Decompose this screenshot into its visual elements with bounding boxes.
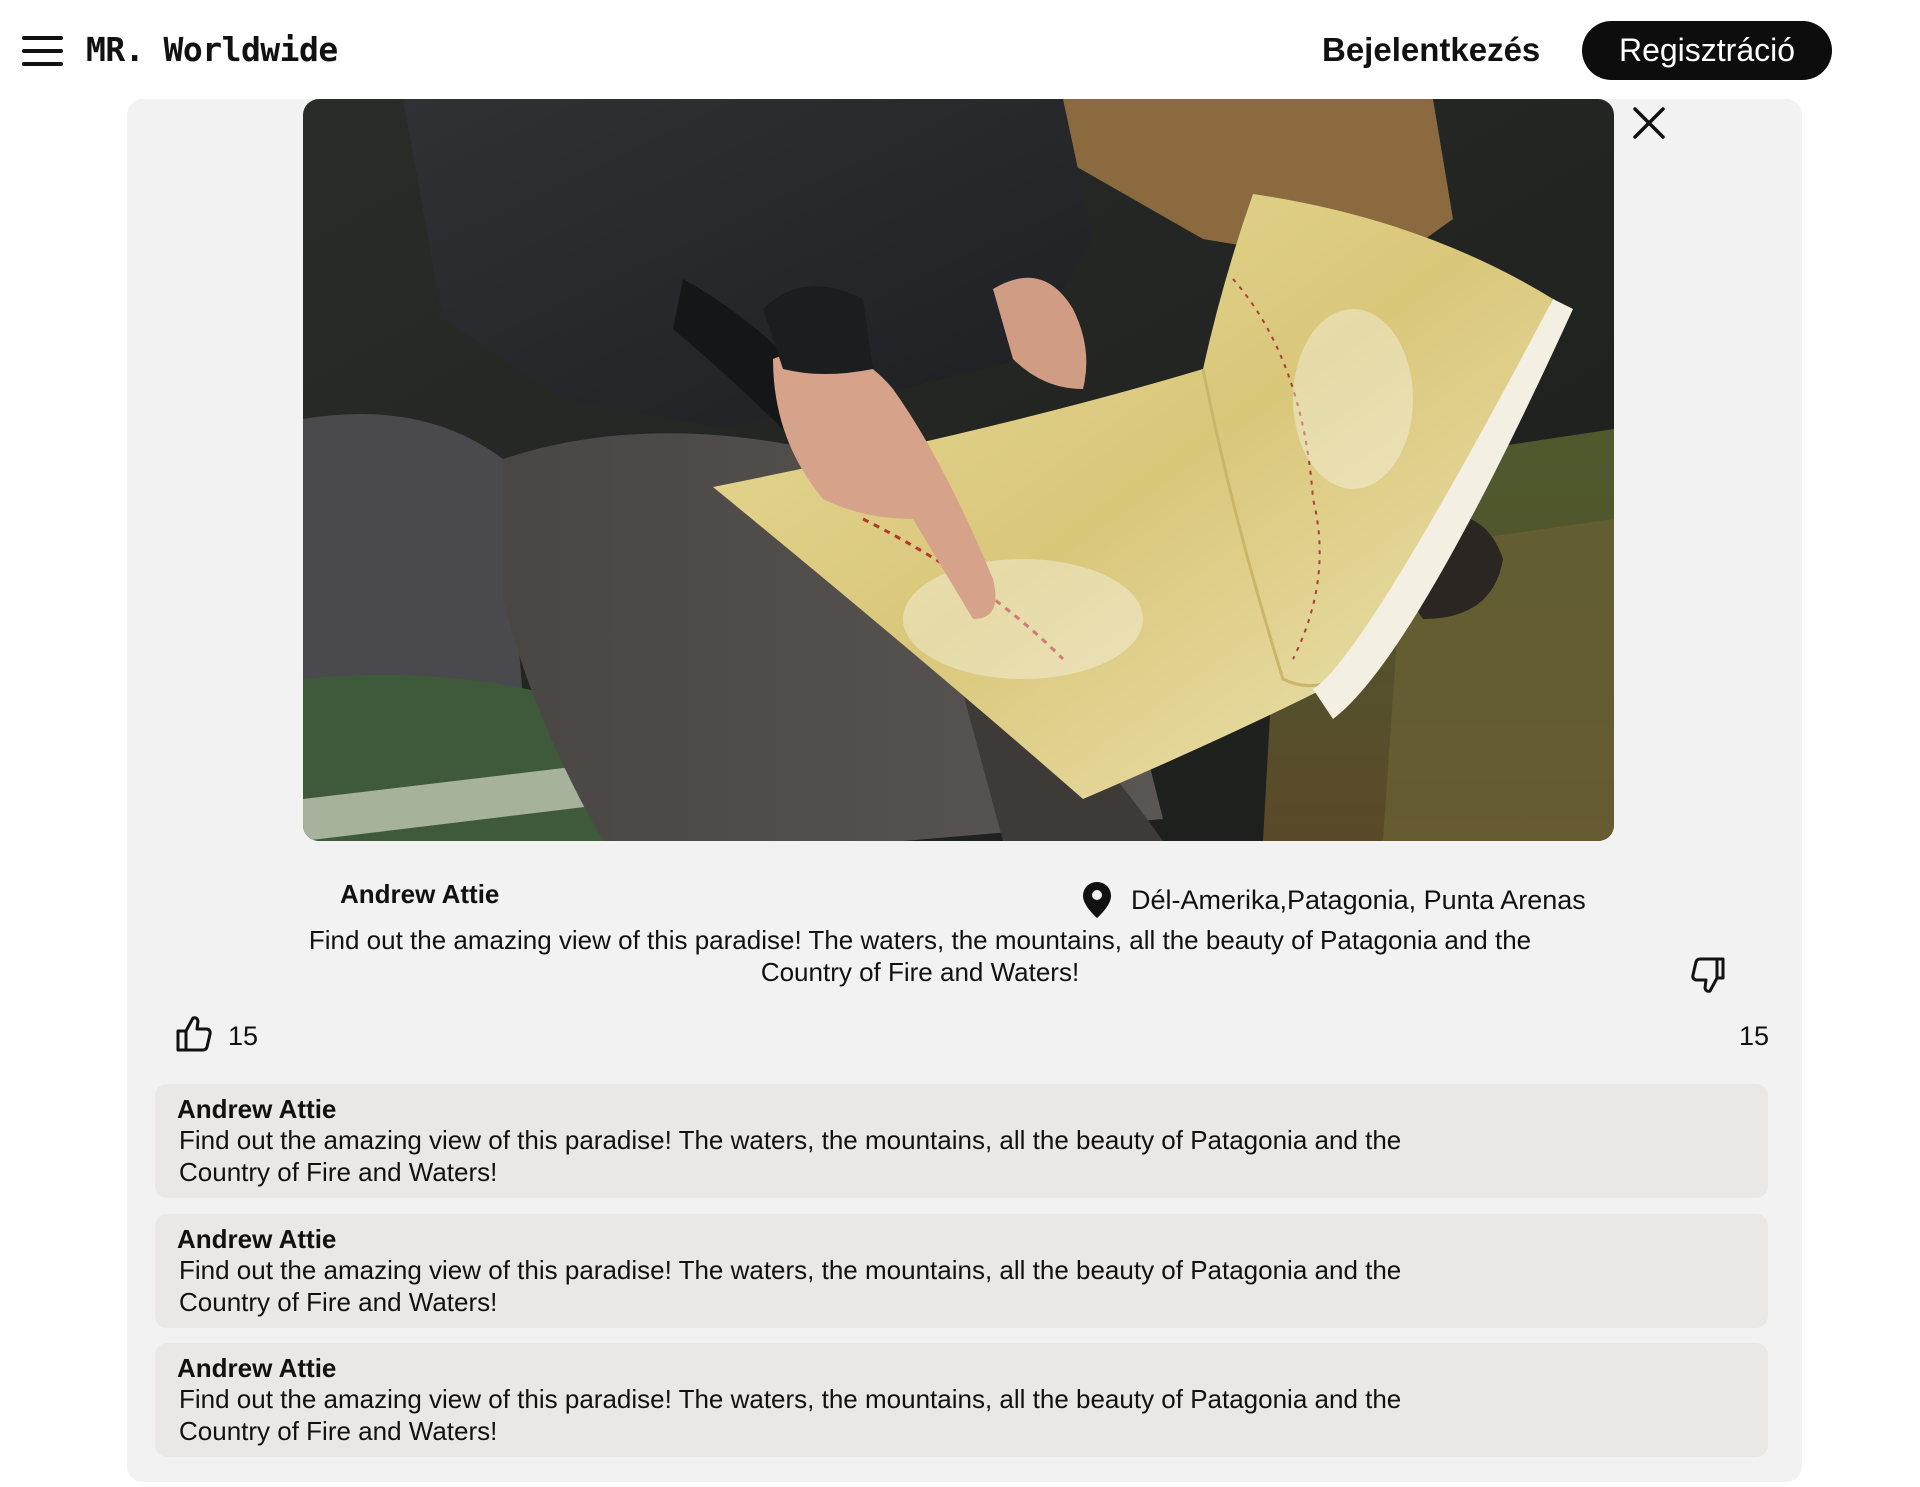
dislike-count: 15 [1739, 1021, 1770, 1051]
comment-item: Andrew Attie Find out the amazing view o… [155, 1084, 1768, 1198]
brand-logo[interactable]: MR. Worldwide [86, 28, 338, 72]
comment-text: Find out the amazing view of this paradi… [179, 1255, 1402, 1317]
post-location: Dél-Amerika,Patagonia, Punta Arenas [1083, 880, 1586, 920]
thumbs-down-icon[interactable] [1689, 955, 1729, 995]
comment-author[interactable]: Andrew Attie [177, 1094, 1748, 1124]
map-pin-icon [1083, 882, 1111, 918]
location-label: Dél-Amerika,Patagonia, Punta Arenas [1131, 885, 1586, 915]
like-count: 15 [228, 1021, 259, 1051]
comment-item: Andrew Attie Find out the amazing view o… [155, 1343, 1768, 1457]
close-icon[interactable] [1632, 106, 1666, 140]
top-navbar: MR. Worldwide Bejelentkezés Regisztráció [0, 0, 1920, 100]
comment-text: Find out the amazing view of this paradi… [179, 1384, 1402, 1446]
comment-text: Find out the amazing view of this paradi… [179, 1125, 1402, 1187]
hamburger-menu-icon[interactable] [22, 36, 63, 66]
post-description: Find out the amazing view of this paradi… [308, 925, 1532, 987]
post-image [303, 99, 1614, 841]
post-author[interactable]: Andrew Attie [340, 876, 499, 912]
login-link[interactable]: Bejelentkezés [1322, 28, 1540, 72]
comment-author[interactable]: Andrew Attie [177, 1224, 1748, 1254]
comment-item: Andrew Attie Find out the amazing view o… [155, 1214, 1768, 1328]
comment-author[interactable]: Andrew Attie [177, 1353, 1748, 1383]
register-button[interactable]: Regisztráció [1582, 21, 1832, 80]
thumbs-up-icon[interactable] [174, 1014, 214, 1054]
